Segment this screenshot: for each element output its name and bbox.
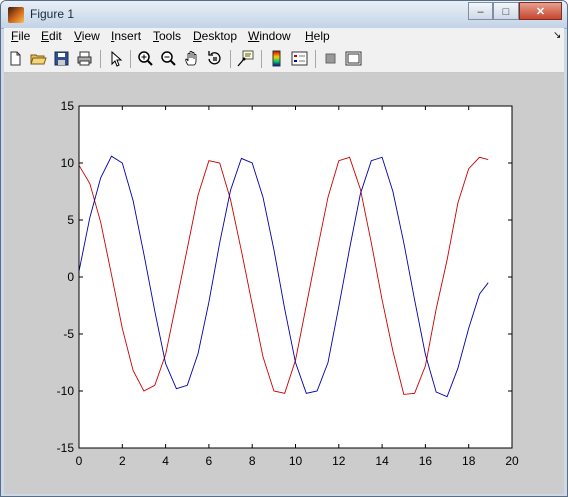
y-tick-label: 15: [61, 99, 75, 113]
print-icon[interactable]: [76, 50, 93, 67]
figure-window: Figure 1 – □ ✕ File Edit View Insert Too…: [0, 0, 568, 497]
figure-toolbar: [4, 46, 564, 73]
figure-canvas: 0 2 4 6 8 10 12 14 16 18 20 15 10 5 0 -5 -10 -15: [4, 73, 564, 494]
toolbar-separator: [230, 50, 231, 68]
edit-plot-arrow-icon[interactable]: [107, 50, 124, 67]
zoom-out-icon[interactable]: [160, 50, 177, 67]
toolbar-separator: [130, 50, 131, 68]
open-file-icon[interactable]: [30, 50, 47, 67]
series-line-blue: [78, 155, 489, 398]
toolbar-separator: [261, 50, 262, 68]
menu-window[interactable]: Window: [248, 29, 291, 43]
show-plot-tools-icon[interactable]: [345, 50, 362, 67]
x-tick-label: 18: [462, 454, 476, 468]
menu-file[interactable]: File: [11, 29, 30, 43]
line-chart: 0 2 4 6 8 10 12 14 16 18 20 15 10 5 0 -5 -10 -15: [57, 99, 519, 468]
toolbar-separator: [100, 50, 101, 68]
data-cursor-icon[interactable]: [237, 50, 254, 67]
menu-desktop[interactable]: Desktop: [193, 29, 237, 43]
y-tick-label: -10: [57, 384, 75, 398]
insert-legend-icon[interactable]: [291, 50, 308, 67]
x-tick-label: 16: [419, 454, 433, 468]
pan-hand-icon[interactable]: [183, 50, 200, 67]
x-tick-label: 14: [375, 454, 389, 468]
matlab-logo-icon: [8, 7, 24, 23]
x-tick-label: 0: [76, 454, 83, 468]
new-figure-icon[interactable]: [7, 50, 24, 67]
menu-view[interactable]: View: [74, 29, 100, 43]
dock-arrow-icon[interactable]: ↘: [553, 30, 561, 41]
title-bar[interactable]: Figure 1 – □ ✕: [1, 1, 567, 29]
insert-colorbar-icon[interactable]: [268, 50, 285, 67]
window-title: Figure 1: [30, 7, 75, 21]
menu-tools[interactable]: Tools: [153, 29, 181, 43]
maximize-button[interactable]: □: [493, 2, 519, 20]
x-tick-label: 4: [162, 454, 169, 468]
hide-plot-tools-icon[interactable]: [322, 50, 339, 67]
menu-edit[interactable]: Edit: [41, 29, 62, 43]
y-tick-label: 5: [67, 213, 74, 227]
y-tick-label: 0: [67, 270, 74, 284]
toolbar-separator: [315, 50, 316, 68]
minimize-button[interactable]: –: [468, 2, 493, 20]
x-tick-label: 2: [119, 454, 126, 468]
close-button[interactable]: ✕: [519, 2, 562, 20]
x-tick-label: 8: [249, 454, 256, 468]
y-tick-label: -15: [57, 441, 75, 455]
y-tick-label: -5: [63, 327, 74, 341]
x-tick-label: 6: [206, 454, 213, 468]
rotate-3d-icon[interactable]: [206, 50, 223, 67]
menu-bar: File Edit View Insert Tools Desktop Wind…: [4, 28, 564, 46]
x-tick-label: 20: [505, 454, 519, 468]
zoom-in-icon[interactable]: [137, 50, 154, 67]
menu-insert[interactable]: Insert: [111, 29, 141, 43]
y-tick-label: 10: [61, 156, 75, 170]
menu-help[interactable]: Help: [305, 29, 330, 43]
save-icon[interactable]: [53, 50, 70, 67]
x-tick-label: 12: [332, 454, 346, 468]
x-tick-label: 10: [289, 454, 303, 468]
